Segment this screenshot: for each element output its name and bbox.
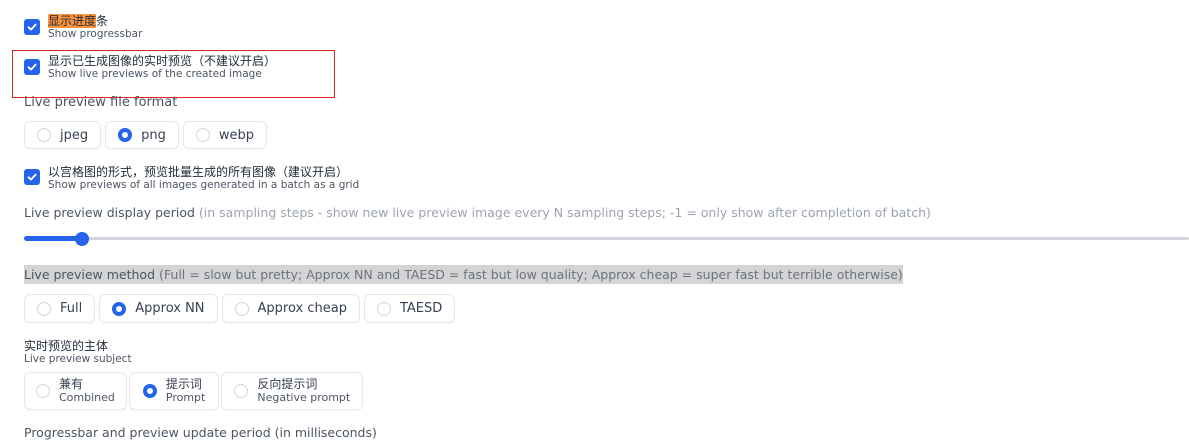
checkmark-icon <box>27 63 37 71</box>
highlighted-text: 显示进度 <box>48 14 97 28</box>
show-live-previews-checkbox[interactable] <box>24 59 40 75</box>
subject-option-prompt[interactable]: 提示词 Prompt <box>128 372 220 410</box>
method-option-full[interactable]: Full <box>24 294 96 323</box>
display-period-title: Live preview display period (in sampling… <box>24 205 931 220</box>
file-format-option-png[interactable]: png <box>105 121 179 149</box>
radio-icon <box>37 128 51 142</box>
show-live-previews-sublabel: Show live previews of the created image <box>48 68 262 80</box>
preview-subject-radio-group: 兼有 Combined 提示词 Prompt 反向提示词 Negative pr… <box>24 372 364 410</box>
file-format-option-webp[interactable]: webp <box>182 121 268 149</box>
file-format-title: Live preview file format <box>24 95 178 110</box>
checkmark-icon <box>27 23 37 31</box>
preview-method-radio-group: Full Approx NN Approx cheap TAESD <box>24 294 456 323</box>
display-period-slider-fill <box>24 236 82 241</box>
file-format-option-jpeg[interactable]: jpeg <box>24 121 102 149</box>
radio-icon <box>376 301 391 316</box>
method-option-taesd[interactable]: TAESD <box>363 294 456 323</box>
radio-icon <box>195 128 210 142</box>
show-progressbar-checkbox[interactable] <box>24 19 40 35</box>
radio-selected-icon <box>112 301 127 316</box>
method-option-approx-cheap[interactable]: Approx cheap <box>221 294 360 323</box>
show-progressbar-sublabel: Show progressbar <box>48 28 143 40</box>
subject-option-negative-prompt[interactable]: 反向提示词 Negative prompt <box>221 372 364 410</box>
show-grid-preview-label: 以宫格图的形式，预览批量生成的所有图像（建议开启） Show previews … <box>48 165 360 191</box>
show-grid-preview-sublabel: Show previews of all images generated in… <box>48 179 360 191</box>
radio-selected-icon <box>142 384 157 398</box>
show-progressbar-label: 显示进度条 Show progressbar <box>48 14 143 40</box>
radio-icon <box>37 301 51 316</box>
show-live-previews-label: 显示已生成图像的实时预览（不建议开启） Show live previews o… <box>48 54 277 80</box>
radio-icon <box>234 301 249 316</box>
preview-method-title: Live preview method (Full = slow but pre… <box>24 265 903 284</box>
subject-option-combined[interactable]: 兼有 Combined <box>24 372 127 410</box>
file-format-radio-group: jpeg png webp <box>24 121 268 149</box>
display-period-slider-thumb[interactable] <box>75 232 89 246</box>
method-option-approx-nn[interactable]: Approx NN <box>99 294 218 323</box>
radio-icon <box>36 384 50 398</box>
preview-method-hint: (Full = slow but pretty; Approx NN and T… <box>159 267 903 282</box>
radio-icon <box>234 384 249 398</box>
preview-subject-label: 实时预览的主体 Live preview subject <box>24 339 132 365</box>
checkmark-icon <box>27 173 37 181</box>
display-period-hint: (in sampling steps - show new live previ… <box>198 205 931 220</box>
radio-selected-icon <box>118 128 133 142</box>
preview-subject-sublabel: Live preview subject <box>24 353 132 365</box>
show-grid-preview-checkbox[interactable] <box>24 169 40 185</box>
display-period-slider-track[interactable] <box>24 237 1189 240</box>
